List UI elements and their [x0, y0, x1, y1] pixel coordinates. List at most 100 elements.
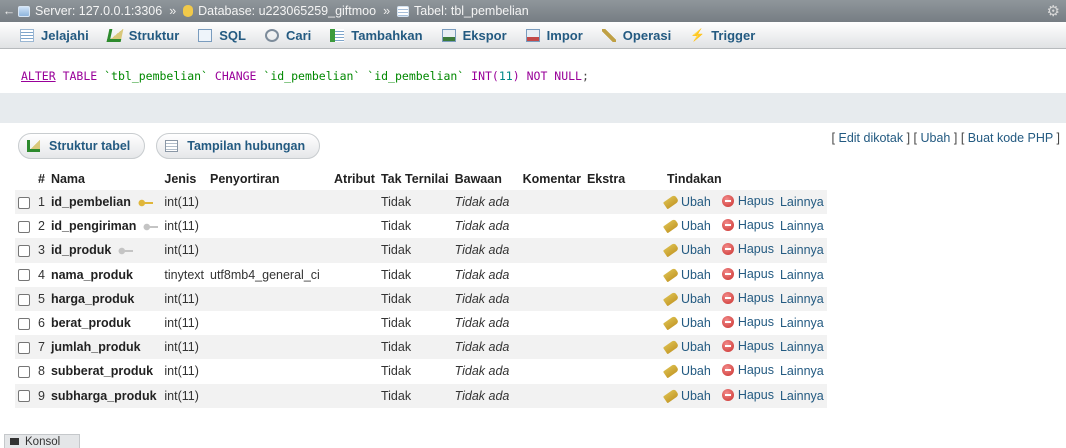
edit-action[interactable]: Ubah — [662, 388, 711, 403]
delete-icon — [721, 364, 734, 377]
column-extra — [583, 335, 664, 360]
tab-tambahkan[interactable]: Tambahkan — [330, 28, 423, 43]
column-null: Tidak — [377, 286, 452, 311]
col-header-name[interactable]: Nama — [47, 168, 162, 190]
tab-ekspor[interactable]: Ekspor — [441, 28, 507, 43]
back-arrow-icon[interactable]: ← — [0, 4, 18, 18]
edit-query-link[interactable]: Ubah — [921, 131, 951, 145]
relation-icon — [165, 140, 179, 152]
gear-icon[interactable]: ⚙ — [1047, 2, 1060, 20]
edit-action[interactable]: Ubah — [662, 218, 711, 234]
tab-impor[interactable]: Impor — [525, 28, 583, 43]
table-row: 7 jumlah_produk int(11) Tidak Tidak ada Ubah H… — [15, 335, 827, 360]
more-action[interactable]: Lainnya — [780, 316, 824, 330]
edit-action[interactable]: Ubah — [662, 339, 711, 355]
tab-operasi[interactable]: Operasi — [601, 28, 671, 43]
breadcrumb-database[interactable]: Database: u223065259_giftmoo — [183, 4, 376, 18]
edit-action[interactable]: Ubah — [662, 315, 711, 331]
tab-cari[interactable]: Cari — [265, 28, 311, 43]
structure-subtabs: Struktur tabel Tampilan hubungan — [18, 133, 331, 159]
table-row: 5 harga_produk int(11) Tidak Tidak ada Ubah Ha… — [15, 286, 827, 311]
column-type: int(11) — [161, 286, 207, 311]
row-checkbox[interactable] — [18, 220, 30, 233]
column-type: int(11) — [161, 383, 207, 408]
column-collation: utf8mb4_general_ci — [207, 262, 331, 287]
column-comments — [519, 310, 584, 336]
delete-action[interactable]: Hapus — [721, 363, 774, 377]
more-action[interactable]: Lainnya — [780, 268, 824, 282]
col-header-type[interactable]: Jenis — [161, 168, 207, 190]
sql-query: ALTER TABLE `tbl_pembelian` CHANGE `id_p… — [21, 69, 589, 83]
col-header-default[interactable]: Bawaan — [451, 168, 520, 190]
edit-action[interactable]: Ubah — [662, 291, 711, 307]
tab-trigger[interactable]: ⚡ Trigger — [690, 28, 755, 43]
delete-icon — [721, 291, 734, 304]
column-default: Tidak ada — [451, 238, 520, 263]
delete-action[interactable]: Hapus — [721, 291, 774, 305]
column-null: Tidak — [377, 383, 452, 408]
browse-icon — [20, 28, 34, 42]
delete-action[interactable]: Hapus — [721, 315, 774, 329]
main-tabs: Jelajahi Struktur SQL Cari Tambahkan Eks… — [0, 22, 1066, 49]
row-checkbox[interactable] — [18, 341, 30, 354]
row-checkbox[interactable] — [18, 317, 30, 330]
col-header-attributes[interactable]: Atribut — [331, 168, 378, 190]
tab-jelajahi[interactable]: Jelajahi — [20, 28, 89, 43]
edit-action[interactable]: Ubah — [662, 267, 711, 282]
delete-action[interactable]: Hapus — [721, 267, 774, 281]
tab-sql[interactable]: SQL — [198, 28, 246, 43]
delete-action[interactable]: Hapus — [721, 242, 774, 256]
row-checkbox[interactable] — [18, 390, 30, 403]
more-action[interactable]: Lainnya — [780, 292, 824, 306]
column-default: Tidak ada — [451, 190, 520, 215]
operations-icon — [601, 28, 616, 42]
index-key-icon — [142, 221, 159, 232]
breadcrumb-server[interactable]: Server: 127.0.0.1:3306 — [18, 4, 162, 18]
row-checkbox[interactable] — [18, 245, 30, 258]
edit-action[interactable]: Ubah — [662, 364, 711, 379]
console-toggle[interactable]: Konsol — [4, 434, 80, 448]
subtab-relation-view[interactable]: Tampilan hubungan — [156, 133, 321, 159]
column-collation — [207, 335, 331, 360]
row-number: 7 — [35, 335, 48, 360]
column-default: Tidak ada — [451, 286, 520, 311]
subtab-table-structure[interactable]: Struktur tabel — [18, 133, 146, 159]
col-header-collation[interactable]: Penyortiran — [207, 168, 331, 190]
table-header-row: # Nama Jenis Penyortiran Atribut Tak Ter… — [15, 168, 827, 190]
column-null: Tidak — [377, 214, 452, 239]
table-body: 1 id_pembelian int(11) Tidak Tidak ada Ubah Ha… — [15, 190, 827, 408]
more-action[interactable]: Lainnya — [780, 389, 824, 403]
column-name: subberat_produk — [50, 364, 154, 379]
row-number: 8 — [35, 359, 48, 384]
column-extra — [583, 238, 664, 263]
delete-action[interactable]: Hapus — [721, 194, 774, 208]
delete-icon — [721, 267, 734, 280]
breadcrumb-table[interactable]: Tabel: tbl_pembelian — [397, 4, 529, 18]
delete-action[interactable]: Hapus — [721, 218, 774, 232]
table-icon — [397, 5, 410, 17]
more-action[interactable]: Lainnya — [780, 340, 824, 354]
delete-action[interactable]: Hapus — [721, 388, 774, 402]
edit-inline-link[interactable]: Edit dikotak — [838, 131, 903, 145]
tab-struktur[interactable]: Struktur — [106, 28, 179, 43]
row-checkbox[interactable] — [18, 366, 30, 379]
column-attributes — [331, 214, 378, 239]
create-php-link[interactable]: Buat kode PHP — [968, 131, 1053, 145]
row-checkbox[interactable] — [18, 196, 30, 209]
col-header-extra[interactable]: Ekstra — [583, 168, 664, 190]
more-action[interactable]: Lainnya — [780, 243, 824, 257]
column-attributes — [331, 190, 378, 215]
delete-action[interactable]: Hapus — [721, 339, 774, 353]
more-action[interactable]: Lainnya — [780, 364, 824, 378]
row-checkbox[interactable] — [18, 269, 30, 282]
more-action[interactable]: Lainnya — [780, 195, 824, 209]
column-extra — [583, 190, 664, 215]
row-checkbox[interactable] — [18, 293, 30, 306]
col-header-num[interactable]: # — [35, 168, 48, 190]
col-header-comments[interactable]: Komentar — [519, 168, 584, 190]
edit-action[interactable]: Ubah — [662, 243, 711, 258]
edit-action[interactable]: Ubah — [662, 194, 711, 210]
more-action[interactable]: Lainnya — [780, 219, 824, 233]
pencil-icon — [662, 267, 679, 282]
col-header-null[interactable]: Tak Ternilai — [377, 168, 452, 190]
